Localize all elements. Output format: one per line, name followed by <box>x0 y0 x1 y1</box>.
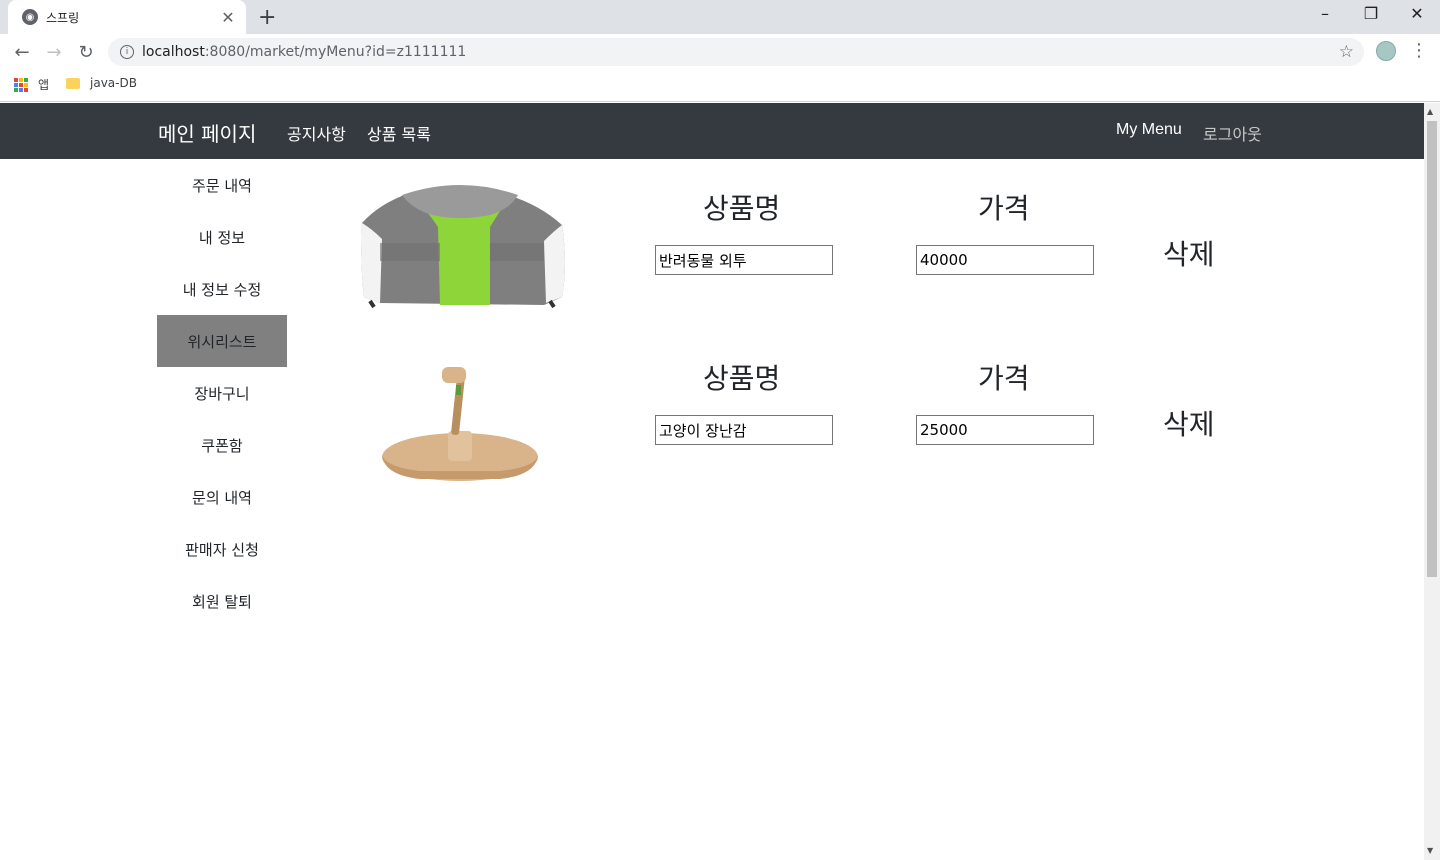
close-tab-icon[interactable]: ✕ <box>220 8 236 27</box>
my-menu-sidebar: 주문 내역 내 정보 내 정보 수정 위시리스트 장바구니 쿠폰함 문의 내역 … <box>157 159 287 627</box>
sidebar-item-orders[interactable]: 주문 내역 <box>157 159 287 211</box>
wishlist-item: 상품명 가격 삭제 <box>340 345 1240 495</box>
brand-link[interactable]: 메인 페이지 <box>158 118 256 147</box>
page-scrollbar[interactable]: ▲ ▼ <box>1424 103 1440 860</box>
sidebar-item-inquiries[interactable]: 문의 내역 <box>157 471 287 523</box>
tab-title: 스프링 <box>46 10 80 25</box>
url-host: localhost <box>142 44 205 60</box>
back-icon[interactable]: ← <box>10 40 34 64</box>
address-bar[interactable]: i localhost:8080/market/myMenu?id=z11111… <box>108 38 1364 66</box>
price-field[interactable] <box>916 415 1094 445</box>
nav-products-link[interactable]: 상품 목록 <box>367 121 431 145</box>
bookmark-star-icon[interactable]: ☆ <box>1339 42 1354 62</box>
sidebar-item-my-info[interactable]: 내 정보 <box>157 211 287 263</box>
sidebar-item-edit-info[interactable]: 내 정보 수정 <box>157 263 287 315</box>
pet-coat-image[interactable] <box>340 175 580 325</box>
price-header: 가격 <box>978 362 1030 395</box>
nav-my-menu-link[interactable]: My Menu <box>1116 121 1182 139</box>
bookmark-apps[interactable]: 앱 <box>14 76 49 93</box>
folder-icon <box>66 77 80 89</box>
bookmark-java-db[interactable]: java-DB <box>66 76 137 90</box>
product-name-field[interactable] <box>655 415 833 445</box>
bookmark-label: java-DB <box>90 76 137 90</box>
cat-toy-image[interactable] <box>340 345 580 495</box>
profile-avatar[interactable] <box>1376 41 1396 61</box>
browser-menu-icon[interactable]: ⋮ <box>1410 40 1428 61</box>
product-name-header: 상품명 <box>703 192 781 225</box>
sidebar-item-coupons[interactable]: 쿠폰함 <box>157 419 287 471</box>
product-name-field[interactable] <box>655 245 833 275</box>
scroll-down-icon[interactable]: ▼ <box>1427 846 1433 855</box>
window-close-icon[interactable]: ✕ <box>1394 4 1440 23</box>
new-tab-icon[interactable]: + <box>258 5 276 30</box>
minimize-icon[interactable]: – <box>1302 4 1348 23</box>
site-info-icon[interactable]: i <box>120 45 134 59</box>
browser-toolbar: ← → ↻ i localhost:8080/market/myMenu?id=… <box>0 34 1440 70</box>
apps-grid-icon <box>14 77 28 92</box>
delete-button[interactable]: 삭제 <box>1163 233 1215 273</box>
sidebar-item-cart[interactable]: 장바구니 <box>157 367 287 419</box>
product-name-header: 상품명 <box>703 362 781 395</box>
browser-tabstrip: ◉ 스프링 ✕ + – ❐ ✕ <box>0 0 1440 34</box>
scrollbar-thumb[interactable] <box>1427 121 1437 577</box>
page-content: 메인 페이지 공지사항 상품 목록 My Menu 로그아웃 주문 내역 내 정… <box>0 103 1424 860</box>
bookmark-label: 앱 <box>38 78 50 92</box>
sidebar-item-withdraw[interactable]: 회원 탈퇴 <box>157 575 287 627</box>
price-field[interactable] <box>916 245 1094 275</box>
wishlist-item: 상품명 가격 삭제 <box>340 175 1240 325</box>
nav-notice-link[interactable]: 공지사항 <box>287 121 346 145</box>
restore-icon[interactable]: ❐ <box>1348 4 1394 23</box>
nav-logout-link[interactable]: 로그아웃 <box>1203 121 1262 145</box>
site-navbar: 메인 페이지 공지사항 상품 목록 My Menu 로그아웃 <box>0 103 1424 159</box>
sidebar-item-wishlist[interactable]: 위시리스트 <box>157 315 287 367</box>
reload-icon[interactable]: ↻ <box>74 40 98 64</box>
browser-tab[interactable]: ◉ 스프링 ✕ <box>8 0 246 34</box>
url-path: :8080/market/myMenu?id=z1111111 <box>204 44 467 60</box>
price-header: 가격 <box>978 192 1030 225</box>
globe-icon: ◉ <box>22 9 38 25</box>
forward-icon[interactable]: → <box>42 40 66 64</box>
delete-button[interactable]: 삭제 <box>1163 403 1215 443</box>
bookmarks-bar: 앱 java-DB <box>0 70 1440 102</box>
sidebar-item-seller-apply[interactable]: 판매자 신청 <box>157 523 287 575</box>
scroll-up-icon[interactable]: ▲ <box>1427 107 1433 116</box>
